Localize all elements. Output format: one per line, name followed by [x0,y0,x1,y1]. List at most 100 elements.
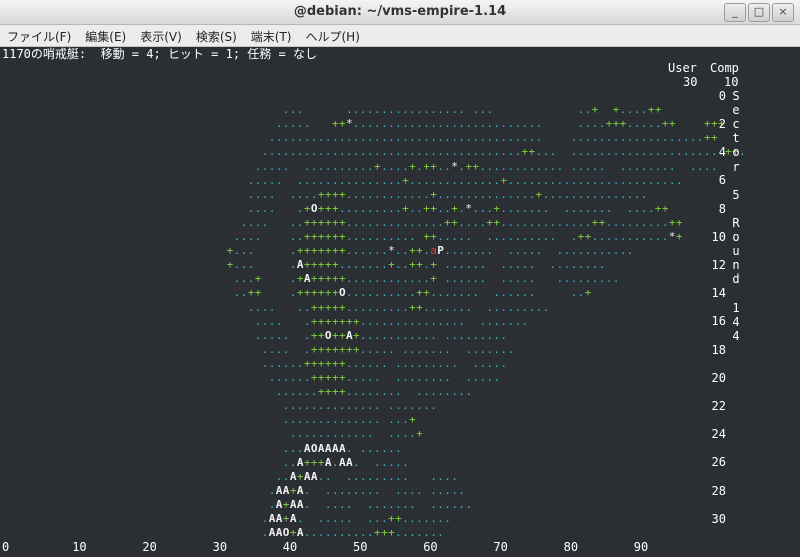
sea-tile[interactable]: . [360,202,367,216]
land-tile[interactable]: + [325,216,332,230]
sea-tile[interactable]: . [325,131,332,145]
sea-tile[interactable]: . [304,117,311,131]
sea-tile[interactable]: . [318,160,325,174]
sea-tile[interactable]: . [500,357,507,371]
sea-tile[interactable]: . [606,188,613,202]
sea-tile[interactable]: . [543,160,550,174]
sea-tile[interactable]: . [430,174,437,188]
sea-tile[interactable]: . [430,131,437,145]
sea-tile[interactable]: . [360,174,367,188]
sea-tile[interactable]: . [360,385,367,399]
army-unit[interactable]: A [269,526,276,540]
sea-tile[interactable]: . [276,174,283,188]
sea-tile[interactable]: . [241,272,248,286]
sea-tile[interactable]: . [290,399,297,413]
sea-tile[interactable]: . [360,188,367,202]
sea-tile[interactable]: . [360,470,367,484]
sea-tile[interactable]: . [409,103,416,117]
sea-tile[interactable]: . [500,202,507,216]
land-tile[interactable]: + [648,103,655,117]
sea-tile[interactable]: . [290,413,297,427]
sea-tile[interactable]: . [507,244,514,258]
sea-tile[interactable]: . [367,343,374,357]
land-tile[interactable]: + [416,258,423,272]
sea-tile[interactable]: . [571,216,578,230]
land-tile[interactable]: + [304,357,311,371]
sea-tile[interactable]: . [297,202,304,216]
land-tile[interactable]: + [332,301,339,315]
sea-tile[interactable]: . [374,272,381,286]
sea-tile[interactable]: . [374,399,381,413]
sea-tile[interactable]: . [262,329,269,343]
sea-tile[interactable]: . [311,131,318,145]
land-tile[interactable]: + [430,188,437,202]
sea-tile[interactable]: . [290,286,297,300]
sea-tile[interactable]: . [374,117,381,131]
sea-tile[interactable]: . [430,216,437,230]
sea-tile[interactable]: . [262,315,269,329]
sea-tile[interactable]: . [493,230,500,244]
army-unit[interactable]: A [276,484,283,498]
sea-tile[interactable]: . [395,258,402,272]
army-unit[interactable]: A [304,442,311,456]
army-unit[interactable]: A [290,512,297,526]
sea-tile[interactable]: . [437,301,444,315]
sea-tile[interactable]: . [269,188,276,202]
sea-tile[interactable]: . [283,470,290,484]
sea-tile[interactable]: . [269,145,276,159]
sea-tile[interactable]: . [367,301,374,315]
sea-tile[interactable]: . [402,512,409,526]
sea-tile[interactable]: . [571,145,578,159]
land-tile[interactable]: + [529,145,536,159]
land-tile[interactable]: + [325,385,332,399]
sea-tile[interactable]: . [353,244,360,258]
sea-tile[interactable]: . [381,230,388,244]
land-tile[interactable]: + [444,216,451,230]
sea-tile[interactable]: . [564,216,571,230]
sea-tile[interactable]: . [339,427,346,441]
sea-tile[interactable]: . [430,286,437,300]
sea-tile[interactable]: . [332,526,339,540]
sea-tile[interactable]: . [571,160,578,174]
sea-tile[interactable]: . [409,286,416,300]
sea-tile[interactable]: . [416,174,423,188]
sea-tile[interactable]: . [550,188,557,202]
sea-tile[interactable]: . [318,413,325,427]
sea-tile[interactable]: . [529,216,536,230]
sea-tile[interactable]: . [346,272,353,286]
sea-tile[interactable]: . [255,315,262,329]
sea-tile[interactable]: . [360,343,367,357]
sea-tile[interactable]: . [430,301,437,315]
sea-tile[interactable]: . [353,202,360,216]
land-tile[interactable]: + [402,202,409,216]
sea-tile[interactable]: . [669,145,676,159]
sea-tile[interactable]: . [430,145,437,159]
sea-tile[interactable]: . [465,371,472,385]
sea-tile[interactable]: . [353,484,360,498]
sea-tile[interactable]: . [620,216,627,230]
sea-tile[interactable]: . [367,244,374,258]
sea-tile[interactable]: . [592,117,599,131]
sea-tile[interactable]: . [500,315,507,329]
sea-tile[interactable]: . [444,272,451,286]
land-tile[interactable]: + [655,202,662,216]
sea-tile[interactable]: . [458,160,465,174]
sea-tile[interactable]: . [599,174,606,188]
land-tile[interactable]: + [346,315,353,329]
land-tile[interactable]: + [318,343,325,357]
sea-tile[interactable]: . [641,188,648,202]
sea-tile[interactable]: . [367,413,374,427]
sea-tile[interactable]: . [627,131,634,145]
sea-tile[interactable]: . [346,174,353,188]
sea-tile[interactable]: . [346,188,353,202]
sea-tile[interactable]: . [627,103,634,117]
sea-tile[interactable]: . [395,145,402,159]
sea-tile[interactable]: . [374,456,381,470]
sea-tile[interactable]: . [620,145,627,159]
sea-tile[interactable]: . [416,117,423,131]
sea-tile[interactable]: . [479,117,486,131]
sea-tile[interactable]: . [683,145,690,159]
sea-tile[interactable]: . [634,230,641,244]
sea-tile[interactable]: . [550,230,557,244]
sea-tile[interactable]: . [416,145,423,159]
